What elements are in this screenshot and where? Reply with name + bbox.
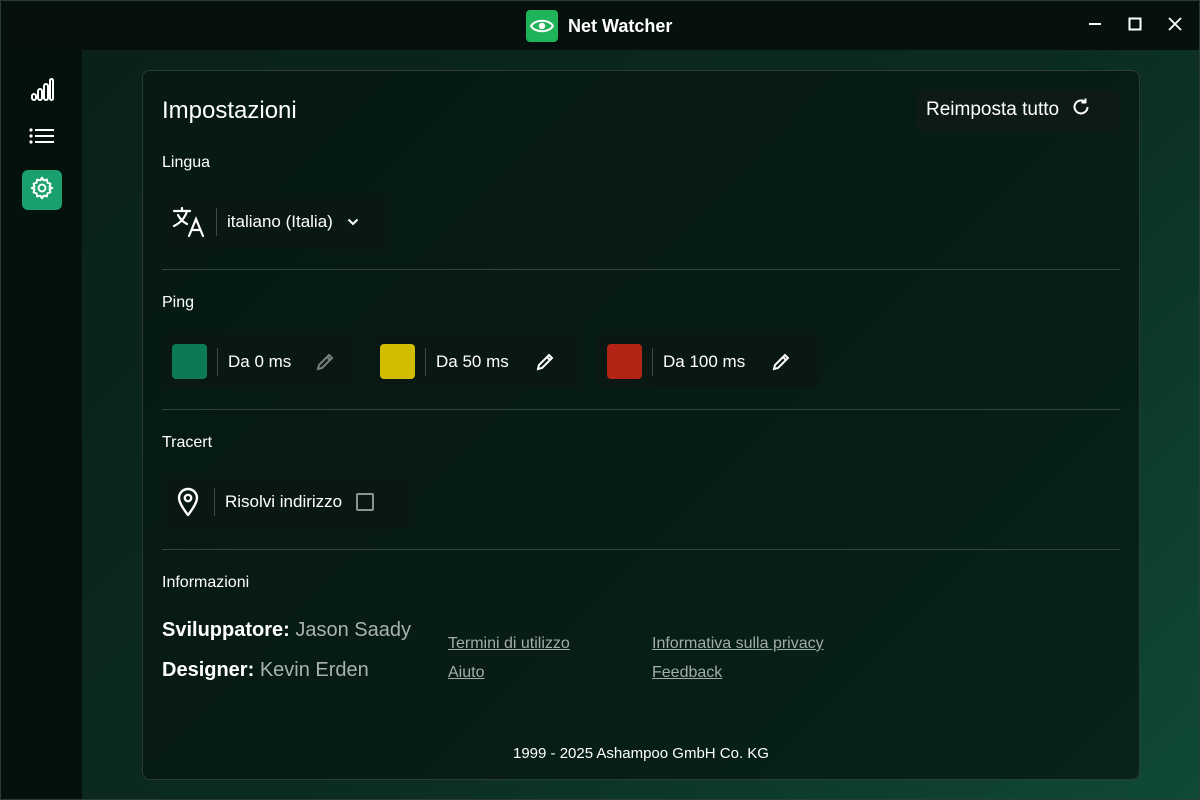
tracert-section-label: Tracert bbox=[162, 434, 213, 451]
help-link[interactable]: Aiuto bbox=[448, 664, 484, 682]
list-icon bbox=[29, 127, 55, 154]
separator bbox=[216, 207, 217, 236]
developer-value: Jason Saady bbox=[295, 619, 411, 641]
resolve-address-label: Risolvi indirizzo bbox=[225, 491, 343, 511]
divider bbox=[162, 269, 1120, 270]
title-bar: Net Watcher bbox=[1, 1, 1199, 50]
chevron-down-icon bbox=[347, 218, 359, 226]
info-section-label: Informazioni bbox=[162, 574, 250, 591]
copyright-text: 1999 - 2025 Ashampoo GmbH Co. KG bbox=[513, 745, 769, 762]
app-window: Net Watcher Impostazioni Reimposta tutto… bbox=[0, 0, 1200, 800]
ping-section-label: Ping bbox=[162, 294, 195, 311]
app-title: Net Watcher bbox=[568, 16, 673, 36]
language-section-label: Lingua bbox=[162, 154, 211, 171]
translate-icon bbox=[172, 206, 206, 238]
close-button[interactable] bbox=[1160, 11, 1190, 41]
minimize-icon bbox=[1088, 17, 1102, 36]
ping-threshold-label: Da 100 ms bbox=[663, 351, 746, 371]
ping-threshold-label: Da 50 ms bbox=[436, 351, 509, 371]
ping-threshold-1: Da 50 ms bbox=[370, 334, 582, 389]
separator bbox=[652, 347, 653, 376]
pencil-icon[interactable] bbox=[771, 352, 791, 372]
developer-key: Sviluppatore: bbox=[162, 619, 290, 641]
developer-credit: Sviluppatore: Jason Saady bbox=[162, 619, 411, 642]
sidebar-item-statistics[interactable] bbox=[22, 72, 62, 112]
page-title: Impostazioni bbox=[162, 97, 297, 124]
resolve-address-checkbox[interactable] bbox=[356, 492, 375, 511]
refresh-icon bbox=[1071, 97, 1091, 123]
divider bbox=[162, 549, 1120, 550]
close-icon bbox=[1168, 16, 1182, 36]
gear-icon bbox=[29, 175, 55, 206]
separator bbox=[214, 487, 215, 516]
ping-threshold-0: Da 0 ms bbox=[162, 334, 354, 389]
feedback-link[interactable]: Feedback bbox=[652, 664, 722, 682]
sidebar-item-list[interactable] bbox=[22, 120, 62, 160]
terms-link[interactable]: Termini di utilizzo bbox=[448, 635, 570, 653]
privacy-link[interactable]: Informativa sulla privacy bbox=[652, 635, 824, 653]
language-value: italiano (Italia) bbox=[227, 211, 333, 231]
language-select[interactable]: italiano (Italia) bbox=[162, 194, 390, 249]
reset-label: Reimposta tutto bbox=[926, 99, 1060, 120]
ping-threshold-2: Da 100 ms bbox=[597, 334, 818, 389]
divider bbox=[162, 409, 1120, 410]
color-swatch-yellow[interactable] bbox=[380, 344, 415, 379]
separator bbox=[217, 347, 218, 376]
designer-key: Designer: bbox=[162, 659, 255, 681]
maximize-icon bbox=[1128, 17, 1142, 36]
signal-bars-icon bbox=[29, 77, 55, 108]
reset-all-button[interactable]: Reimposta tutto bbox=[916, 90, 1119, 130]
designer-value: Kevin Erden bbox=[259, 659, 369, 681]
sidebar-item-settings[interactable] bbox=[22, 170, 62, 210]
sidebar bbox=[1, 50, 82, 799]
ping-threshold-label: Da 0 ms bbox=[228, 351, 292, 371]
color-swatch-red[interactable] bbox=[607, 344, 642, 379]
eye-icon bbox=[526, 10, 558, 42]
settings-card: Impostazioni Reimposta tutto Lingua ital… bbox=[142, 70, 1140, 780]
maximize-button[interactable] bbox=[1120, 11, 1150, 41]
resolve-address-option[interactable]: Risolvi indirizzo bbox=[162, 474, 410, 529]
color-swatch-green[interactable] bbox=[172, 344, 207, 379]
separator bbox=[425, 347, 426, 376]
designer-credit: Designer: Kevin Erden bbox=[162, 659, 369, 682]
pencil-icon bbox=[315, 352, 335, 372]
pencil-icon[interactable] bbox=[535, 352, 555, 372]
minimize-button[interactable] bbox=[1080, 11, 1110, 41]
location-pin-icon bbox=[176, 487, 200, 517]
